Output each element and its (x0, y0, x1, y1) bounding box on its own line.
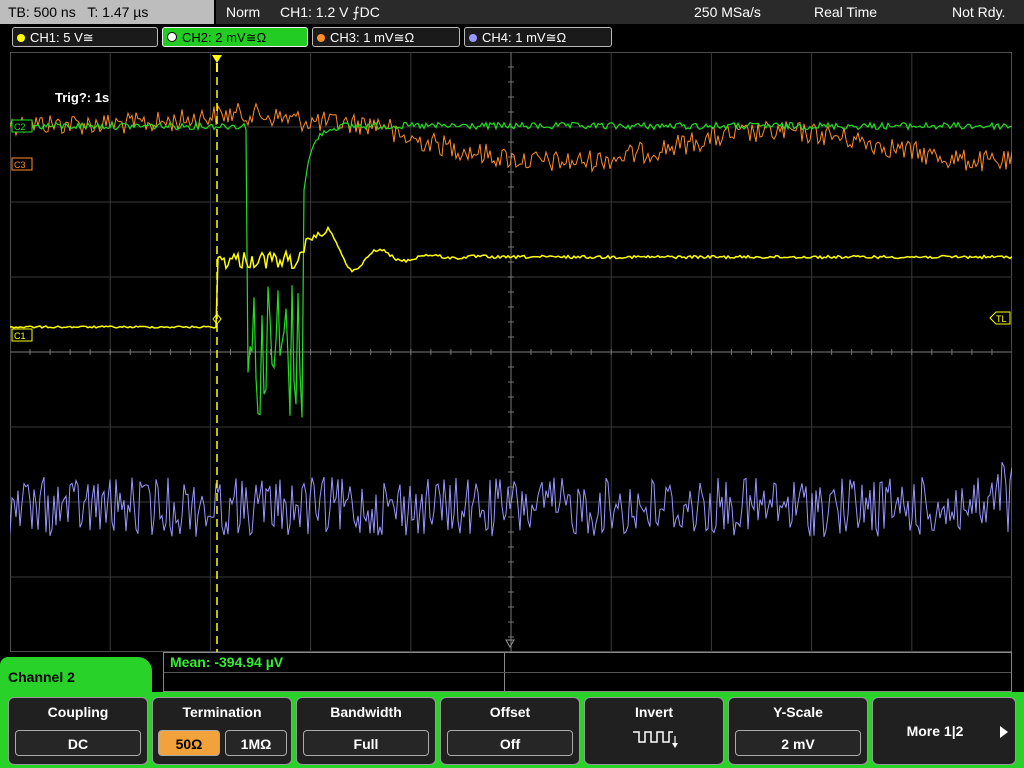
measurement-bar (163, 652, 1012, 692)
waveform-display[interactable]: Trig?: 1s C3 C1 C2 TL (10, 52, 1012, 652)
bandwidth-softkey[interactable]: Bandwidth Full (296, 697, 436, 765)
run-status: Not Rdy. (952, 4, 1006, 20)
more-softkey[interactable]: More 1|2 (872, 697, 1016, 765)
timebase-box[interactable]: TB: 500 ns T: 1.47 µs (0, 0, 214, 24)
ch1-color-icon (17, 34, 25, 42)
trigger-time-text: T: 1.47 µs (87, 4, 149, 20)
mean-measurement: Mean: -394.94 µV (170, 654, 284, 670)
ch1-offset-marker[interactable]: C1 (11, 328, 33, 342)
ch1-label: CH1: 5 V≅ (30, 30, 94, 45)
channel-1-chip[interactable]: CH1: 5 V≅ (12, 27, 158, 47)
offset-value[interactable]: Off (447, 730, 573, 756)
channel-2-chip[interactable]: CH2: 2 mV≅Ω (162, 27, 308, 47)
coupling-value[interactable]: DC (15, 730, 141, 756)
invert-label: Invert (634, 704, 674, 720)
svg-text:C1: C1 (14, 331, 26, 341)
trigger-info[interactable]: CH1: 1.2 V ⨍DC (280, 0, 380, 24)
channel-4-chip[interactable]: CH4: 1 mV≅Ω (464, 27, 612, 47)
offset-softkey[interactable]: Offset Off (440, 697, 580, 765)
coupling-label: Coupling (47, 704, 109, 720)
termination-softkey[interactable]: Termination 50Ω 1MΩ (152, 697, 292, 765)
chevron-right-icon (1000, 726, 1008, 738)
ch4-label: CH4: 1 mV≅Ω (482, 30, 567, 45)
svg-text:TL: TL (996, 314, 1007, 324)
acquisition-status: Norm CH1: 1.2 V ⨍DC 250 MSa/s Real Time … (216, 0, 1024, 24)
offset-label: Offset (489, 704, 531, 720)
y-scale-label: Y-Scale (773, 704, 823, 720)
ch3-offset-marker[interactable]: C3 (11, 157, 33, 171)
coupling-softkey[interactable]: Coupling DC (8, 697, 148, 765)
menu-title-tab: Channel 2 (0, 657, 152, 697)
y-scale-softkey[interactable]: Y-Scale 2 mV (728, 697, 868, 765)
termination-1m-ohm[interactable]: 1MΩ (225, 730, 287, 756)
invert-softkey[interactable]: Invert (584, 697, 724, 765)
bandwidth-value[interactable]: Full (303, 730, 429, 756)
invert-waveform-icon (633, 731, 678, 748)
ch2-color-icon (167, 32, 177, 42)
ch2-label: CH2: 2 mV≅Ω (182, 30, 267, 45)
trigger-status-text: Trig?: 1s (55, 90, 109, 105)
bandwidth-label: Bandwidth (330, 704, 402, 720)
acquisition-mode: Real Time (814, 4, 878, 20)
ch3-label: CH3: 1 mV≅Ω (330, 30, 415, 45)
channel-3-chip[interactable]: CH3: 1 mV≅Ω (312, 27, 460, 47)
termination-label: Termination (182, 704, 262, 720)
sample-rate: 250 MSa/s (694, 4, 761, 20)
ch2-offset-marker[interactable]: C2 (11, 119, 33, 133)
svg-text:C3: C3 (14, 160, 26, 170)
timebase-text: TB: 500 ns (8, 4, 76, 20)
y-scale-value[interactable]: 2 mV (735, 730, 861, 756)
more-label: More 1|2 (906, 723, 964, 739)
trigger-mode[interactable]: Norm (226, 0, 260, 24)
ch4-color-icon (469, 34, 477, 42)
svg-text:C2: C2 (14, 122, 26, 132)
termination-50-ohm[interactable]: 50Ω (158, 730, 220, 756)
ch3-color-icon (317, 34, 325, 42)
